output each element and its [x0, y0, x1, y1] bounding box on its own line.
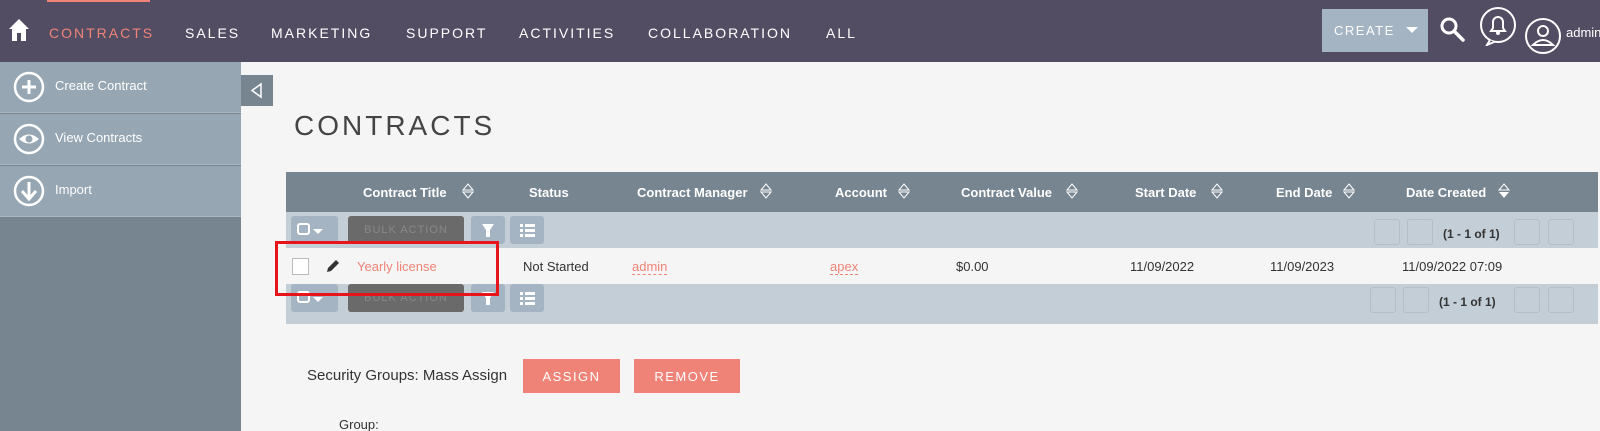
column-header-status[interactable]: Status — [529, 185, 569, 200]
eye-icon — [13, 123, 45, 155]
cell-date-created: 11/09/2022 07:09 — [1402, 259, 1503, 274]
column-header-contract-manager[interactable]: Contract Manager — [637, 185, 748, 200]
home-icon[interactable] — [8, 18, 30, 42]
column-header-start-date[interactable]: Start Date — [1135, 185, 1196, 200]
sort-icon[interactable] — [1211, 183, 1223, 199]
pagination-count: (1 - 1 of 1) — [1439, 295, 1496, 309]
account-link[interactable]: apex — [830, 259, 859, 275]
last-page-button[interactable] — [1548, 219, 1574, 245]
last-page-button[interactable] — [1548, 287, 1574, 313]
nav-marketing[interactable]: MARKETING — [271, 25, 372, 41]
column-header-account[interactable]: Account — [835, 185, 887, 200]
next-page-button[interactable] — [1514, 219, 1540, 245]
nav-contracts[interactable]: CONTRACTS — [49, 25, 154, 41]
column-chooser-button[interactable] — [510, 216, 544, 244]
nav-all[interactable]: ALL — [826, 25, 857, 41]
highlight-annotation-box — [275, 241, 499, 296]
plus-circle-icon — [13, 71, 45, 103]
top-navigation-bar: CONTRACTS SALES MARKETING SUPPORT ACTIVI… — [0, 0, 1600, 62]
first-page-button[interactable] — [1374, 219, 1400, 245]
sidebar-item-label: View Contracts — [55, 130, 143, 145]
search-icon[interactable] — [1438, 15, 1466, 43]
user-avatar-icon[interactable] — [1524, 17, 1562, 55]
remove-button[interactable]: REMOVE — [634, 359, 740, 393]
group-label: Group: — [339, 417, 379, 431]
filter-icon — [482, 224, 494, 237]
sort-icon[interactable] — [760, 183, 772, 199]
select-all-dropdown[interactable] — [291, 216, 338, 244]
nav-activities[interactable]: ACTIVITIES — [519, 25, 615, 41]
assign-button[interactable]: ASSIGN — [523, 359, 620, 393]
previous-page-button[interactable] — [1407, 219, 1433, 245]
sidebar: Create Contract View Contracts Import — [0, 62, 241, 431]
sort-descending-icon[interactable] — [1498, 183, 1510, 199]
collapse-sidebar-icon[interactable] — [241, 75, 273, 106]
sort-icon[interactable] — [462, 183, 474, 199]
bulk-action-button[interactable]: BULK ACTION — [348, 216, 464, 244]
previous-page-button[interactable] — [1403, 287, 1429, 313]
column-header-contract-value[interactable]: Contract Value — [961, 185, 1052, 200]
download-icon — [13, 175, 45, 207]
list-columns-icon — [520, 292, 535, 305]
cell-contract-value: $0.00 — [956, 259, 989, 274]
sort-icon[interactable] — [898, 183, 910, 199]
filter-button[interactable] — [471, 216, 505, 244]
sidebar-item-import[interactable]: Import — [0, 166, 241, 217]
list-columns-icon — [520, 224, 535, 237]
contract-manager-link[interactable]: admin — [632, 259, 668, 275]
column-header-end-date[interactable]: End Date — [1276, 185, 1332, 200]
notification-bell-icon[interactable] — [1479, 6, 1517, 46]
sort-icon[interactable] — [1066, 183, 1078, 199]
nav-sales[interactable]: SALES — [185, 25, 240, 41]
active-tab-indicator — [47, 0, 150, 2]
cell-status: Not Started — [523, 259, 589, 274]
sidebar-item-label: Import — [55, 182, 92, 197]
create-button[interactable]: CREATE — [1322, 9, 1428, 52]
sidebar-item-view-contracts[interactable]: View Contracts — [0, 114, 241, 165]
nav-collaboration[interactable]: COLLABORATION — [648, 25, 792, 41]
create-button-label: CREATE — [1334, 23, 1395, 38]
table-header: Contract Title Status Contract Manager A… — [286, 172, 1598, 212]
column-header-contract-title[interactable]: Contract Title — [363, 185, 447, 200]
column-header-date-created[interactable]: Date Created — [1406, 185, 1486, 200]
nav-support[interactable]: SUPPORT — [406, 25, 487, 41]
checkbox-dropdown-icon — [297, 223, 323, 235]
username-label[interactable]: admin — [1566, 25, 1600, 40]
next-page-button[interactable] — [1514, 287, 1540, 313]
cell-end-date: 11/09/2023 — [1270, 259, 1335, 274]
page-title: CONTRACTS — [294, 110, 496, 141]
security-groups-label: Security Groups: Mass Assign — [307, 367, 508, 384]
sidebar-item-create-contract[interactable]: Create Contract — [0, 62, 241, 113]
first-page-button[interactable] — [1370, 287, 1396, 313]
pagination-count: (1 - 1 of 1) — [1443, 227, 1500, 241]
chevron-down-icon — [1406, 27, 1418, 33]
cell-start-date: 11/09/2022 — [1130, 259, 1195, 274]
sidebar-item-label: Create Contract — [55, 78, 147, 93]
sort-icon[interactable] — [1343, 183, 1355, 199]
column-chooser-button[interactable] — [510, 284, 544, 312]
